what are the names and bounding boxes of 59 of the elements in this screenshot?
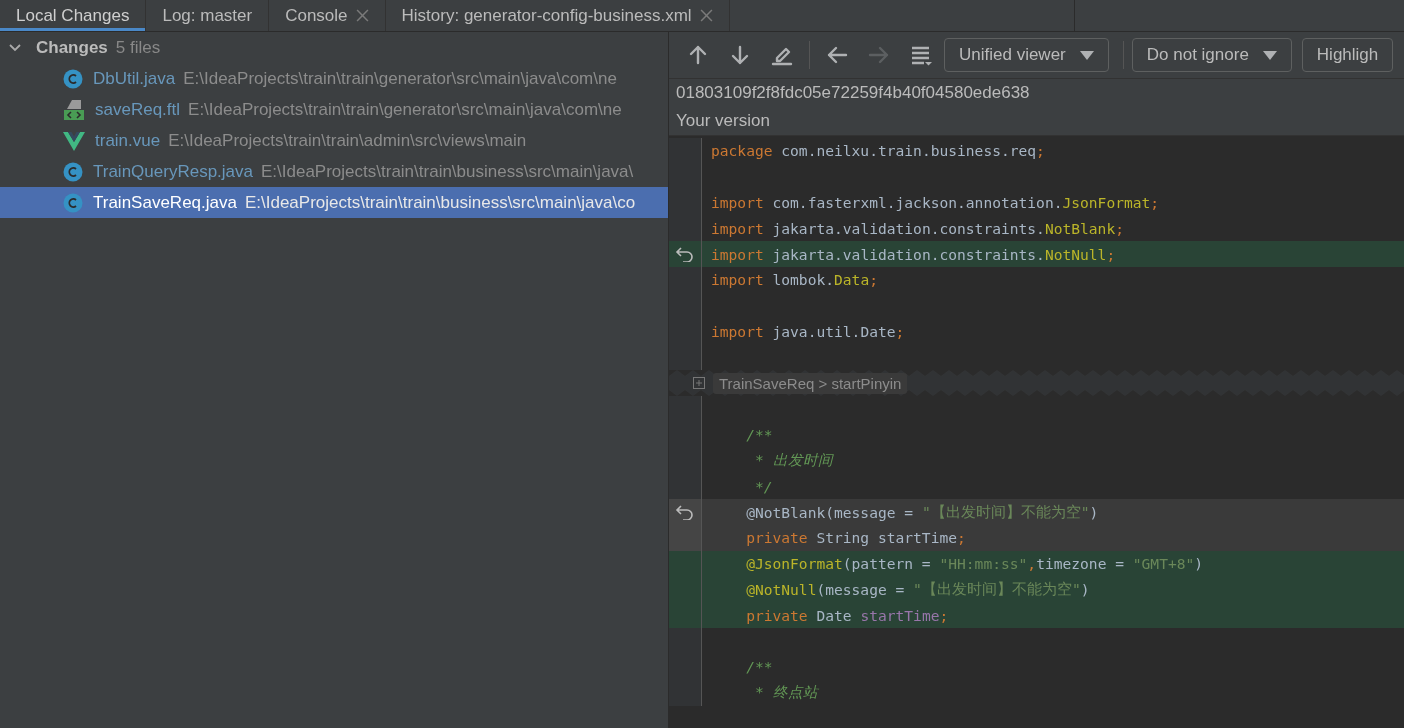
vue-logo-icon	[63, 130, 85, 151]
fold-separator[interactable]: TrainSaveReq > startPinyin	[669, 370, 1404, 396]
code-text: @NotNull(message = "【出发时间】不能为空")	[745, 578, 1090, 600]
close-icon[interactable]	[699, 9, 713, 22]
file-path: E:\IdeaProjects\train\train\generator\src\main\java\com\ne	[188, 99, 622, 120]
file-name: DbUtil.java	[93, 68, 176, 89]
dropdown-arrow-icon	[1262, 50, 1277, 60]
file-row[interactable]: TrainSaveReq.java E:\IdeaProjects\train\train\business\src\main\java\co	[0, 187, 668, 218]
arrow-left-icon	[826, 44, 848, 66]
dropdown[interactable]: Unified viewer	[944, 38, 1109, 72]
code-text: @JsonFormat(pattern = "HH:mm:ss",timezone = "GMT+8")	[745, 554, 1204, 575]
menu-icon	[910, 44, 932, 66]
close-icon[interactable]	[355, 9, 369, 22]
file-row[interactable]: DbUtil.java E:\IdeaProjects\train\train\generator\src\main\java\com\ne	[0, 63, 668, 94]
file-name: TrainQueryResp.java	[93, 161, 253, 182]
code-text: private String startTime;	[745, 528, 966, 549]
code-text: /**	[745, 425, 773, 446]
revert-icon	[675, 246, 695, 263]
revert-icon	[675, 504, 695, 521]
code-text: import com.fasterxml.jackson.annotation.JsonFormat;	[710, 193, 1160, 213]
class-icon	[63, 192, 83, 213]
class-icon	[63, 68, 83, 89]
breadcrumb[interactable]: TrainSaveReq > startPinyin	[713, 372, 908, 394]
file-row[interactable]: train.vue E:\IdeaProjects\train\train\admin\src\views\main	[0, 125, 668, 156]
code-text: package com.neilxu.train.business.req;	[710, 141, 1045, 162]
changes-group[interactable]: Changes 5 files	[0, 32, 668, 63]
code-text: import lombok.Data;	[710, 270, 878, 291]
file-row[interactable]: saveReq.ftl E:\IdeaProjects\train\train\generator\src\main\java\com\ne	[0, 94, 668, 125]
code-text: * 出发时间	[753, 449, 833, 470]
file-name: TrainSaveReq.java	[93, 192, 237, 213]
file-path: E:\IdeaProjects\train\train\admin\src\views\main	[168, 130, 527, 151]
code-text: */	[753, 476, 773, 497]
file-path: E:\IdeaProjects\train\train\business\src\main\java\	[261, 161, 634, 182]
arrow-up-icon	[687, 44, 709, 66]
code-text: import jakarta.validation.constraints.NotBlank;	[710, 218, 1124, 239]
dropdown-arrow-icon	[1079, 50, 1094, 60]
dropdown[interactable]: Highligh	[1301, 38, 1394, 72]
expand-icon	[693, 377, 705, 390]
revision-hash: 01803109f2f8fdc05e72259f4b40f04580ede638	[669, 79, 1404, 107]
arrow-right-icon	[868, 44, 890, 66]
arrow-down-icon	[729, 44, 751, 66]
code-text: private Date startTime;	[745, 605, 949, 626]
dropdown[interactable]: Do not ignore	[1131, 38, 1292, 72]
code-text: @NotBlank(message = "【出发时间】不能为空")	[745, 501, 1099, 523]
version-label: Your version	[669, 107, 1404, 135]
code-text: /**	[745, 657, 773, 678]
code-text: import java.util.Date;	[710, 321, 905, 342]
code-text: * 终点站	[753, 682, 818, 703]
tab[interactable]: Local Changes	[0, 0, 147, 31]
file-row[interactable]: TrainQueryResp.java E:\IdeaProjects\train\train\business\src\main\java\	[0, 156, 668, 187]
file-name: train.vue	[95, 130, 161, 151]
file-path: E:\IdeaProjects\train\train\generator\src\main\java\com\ne	[183, 68, 617, 89]
template-file-icon	[63, 98, 85, 121]
file-count: 5 files	[115, 37, 161, 58]
class-icon	[63, 161, 83, 182]
group-title: Changes	[36, 37, 108, 58]
file-name: saveReq.ftl	[95, 99, 181, 120]
code-text: import jakarta.validation.constraints.NotNull;	[710, 244, 1116, 265]
file-path: E:\IdeaProjects\train\train\business\src\main\java\co	[244, 192, 636, 213]
